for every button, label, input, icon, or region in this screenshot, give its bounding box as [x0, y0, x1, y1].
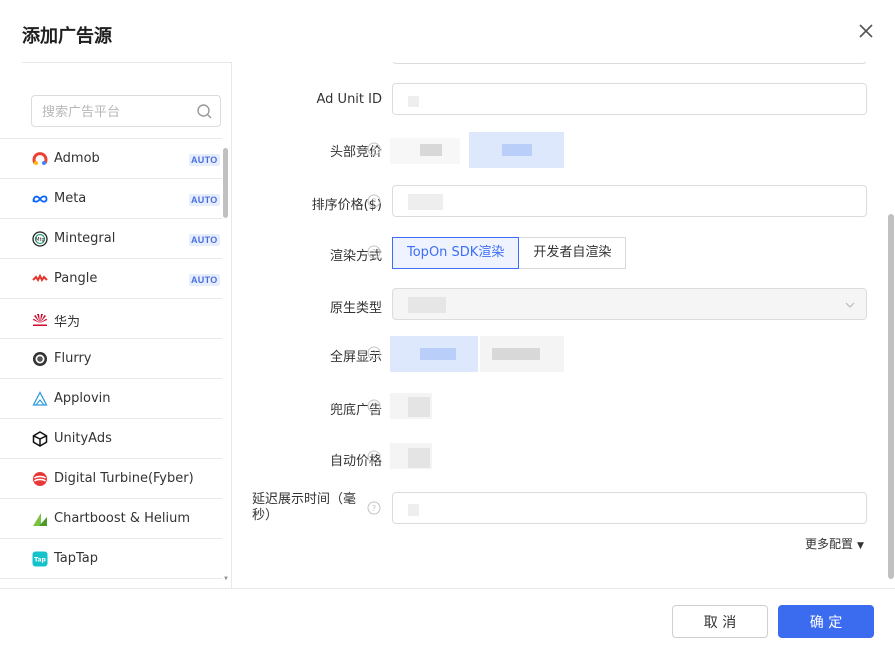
redacted-value	[408, 194, 443, 210]
help-icon[interactable]: ?	[367, 450, 381, 464]
render-mode-segmented: TopOn SDK渲染 开发者自渲染	[392, 237, 627, 269]
platform-item-taptap[interactable]: Tap TapTap	[0, 538, 222, 578]
platform-list-scrollbar[interactable]: ▼	[222, 138, 230, 582]
platform-item-applovin[interactable]: Applovin	[0, 378, 222, 418]
delay-time-label: 延迟展示时间（毫秒）	[252, 492, 357, 523]
redacted-option-fill	[492, 348, 540, 360]
svg-text:?: ?	[372, 145, 376, 154]
platform-list: Admob AUTO Meta AUTO Mtg Mintegral AUTO	[0, 138, 222, 579]
list-end-divider	[0, 578, 222, 579]
chartboost-icon	[32, 511, 48, 527]
add-ad-source-dialog: 添加广告源 Admob AUTO Me	[0, 0, 895, 658]
svg-text:Mtg: Mtg	[35, 237, 44, 243]
delay-time-input[interactable]	[392, 492, 867, 524]
auto-badge: AUTO	[189, 154, 220, 166]
auto-badge: AUTO	[189, 194, 220, 206]
meta-icon	[32, 191, 48, 207]
search-input[interactable]	[42, 102, 192, 122]
huawei-icon	[32, 311, 48, 327]
flurry-icon	[32, 351, 48, 367]
help-icon[interactable]: ?	[367, 346, 381, 360]
form-scrollbar[interactable]	[887, 62, 895, 588]
svg-text:?: ?	[372, 248, 376, 257]
admob-icon	[32, 151, 48, 167]
auto-badge: AUTO	[189, 234, 220, 246]
ad-unit-id-input[interactable]	[392, 83, 867, 115]
switch-knob	[408, 397, 430, 417]
redacted-value	[408, 297, 446, 313]
config-form: Ad Unit ID 头部竞价 ? 排序价格($) ? 渲染方式 ? TopOn…	[232, 62, 887, 588]
svg-text:?: ?	[372, 504, 376, 513]
dialog-header: 添加广告源	[0, 0, 895, 62]
redacted-option-fill	[420, 144, 442, 156]
taptap-icon: Tap	[32, 551, 48, 567]
help-icon[interactable]: ?	[367, 142, 381, 156]
search-icon[interactable]	[196, 103, 213, 120]
auto-badge: AUTO	[189, 274, 220, 286]
divider	[22, 62, 231, 63]
ad-unit-id-label: Ad Unit ID	[316, 92, 383, 107]
mintegral-icon: Mtg	[32, 231, 48, 247]
platform-item-unityads[interactable]: UnityAds	[0, 418, 222, 458]
scrollbar-thumb[interactable]	[888, 214, 894, 579]
scrollbar-thumb[interactable]	[223, 148, 228, 218]
platform-item-meta[interactable]: Meta AUTO	[0, 178, 222, 218]
redacted-option-fill	[420, 348, 456, 360]
more-config-label: 更多配置	[805, 537, 854, 551]
svg-text:Tap: Tap	[34, 557, 46, 564]
dialog-title: 添加广告源	[22, 26, 112, 47]
caret-down-icon: ▼	[857, 541, 864, 551]
unity-icon	[32, 431, 48, 447]
scroll-down-icon[interactable]: ▼	[223, 576, 229, 582]
platform-search[interactable]	[31, 95, 221, 127]
pangle-icon	[32, 271, 48, 287]
platform-item-flurry[interactable]: Flurry	[0, 338, 222, 378]
chevron-down-icon[interactable]	[844, 298, 856, 310]
switch-knob	[408, 448, 430, 468]
native-type-select[interactable]	[392, 288, 867, 320]
digital-turbine-icon	[32, 471, 48, 487]
platform-item-mintegral[interactable]: Mtg Mintegral AUTO	[0, 218, 222, 258]
confirm-button[interactable]: 确 定	[778, 605, 874, 638]
applovin-icon	[32, 391, 48, 407]
help-icon[interactable]: ?	[367, 194, 381, 208]
svg-text:?: ?	[372, 197, 376, 206]
more-config-toggle[interactable]: 更多配置 ▼	[805, 535, 864, 552]
svg-text:?: ?	[372, 349, 376, 358]
platform-panel: Admob AUTO Meta AUTO Mtg Mintegral AUTO	[0, 62, 232, 588]
render-option-developer[interactable]: 开发者自渲染	[519, 237, 627, 269]
clipped-field	[392, 62, 867, 64]
svg-text:?: ?	[372, 402, 376, 411]
help-icon[interactable]: ?	[367, 245, 381, 259]
dialog-footer: 取 消 确 定	[0, 588, 895, 658]
render-option-topon[interactable]: TopOn SDK渲染	[392, 237, 520, 269]
platform-item-pangle[interactable]: Pangle AUTO	[0, 258, 222, 298]
platform-item-admob[interactable]: Admob AUTO	[0, 138, 222, 178]
redacted-value	[408, 504, 419, 516]
platform-item-huawei[interactable]: 华为	[0, 298, 222, 338]
close-icon[interactable]	[855, 20, 877, 42]
svg-text:?: ?	[372, 453, 376, 462]
native-type-label: 原生类型	[329, 301, 382, 316]
redacted-value	[408, 96, 419, 107]
redacted-option-fill	[502, 144, 532, 156]
help-icon[interactable]: ?	[367, 399, 381, 413]
platform-item-digital-turbine[interactable]: Digital Turbine(Fyber)	[0, 458, 222, 498]
help-icon[interactable]: ?	[367, 501, 381, 515]
platform-item-chartboost[interactable]: Chartboost & Helium	[0, 498, 222, 538]
cancel-button[interactable]: 取 消	[672, 605, 768, 638]
sort-price-input[interactable]	[392, 185, 867, 217]
